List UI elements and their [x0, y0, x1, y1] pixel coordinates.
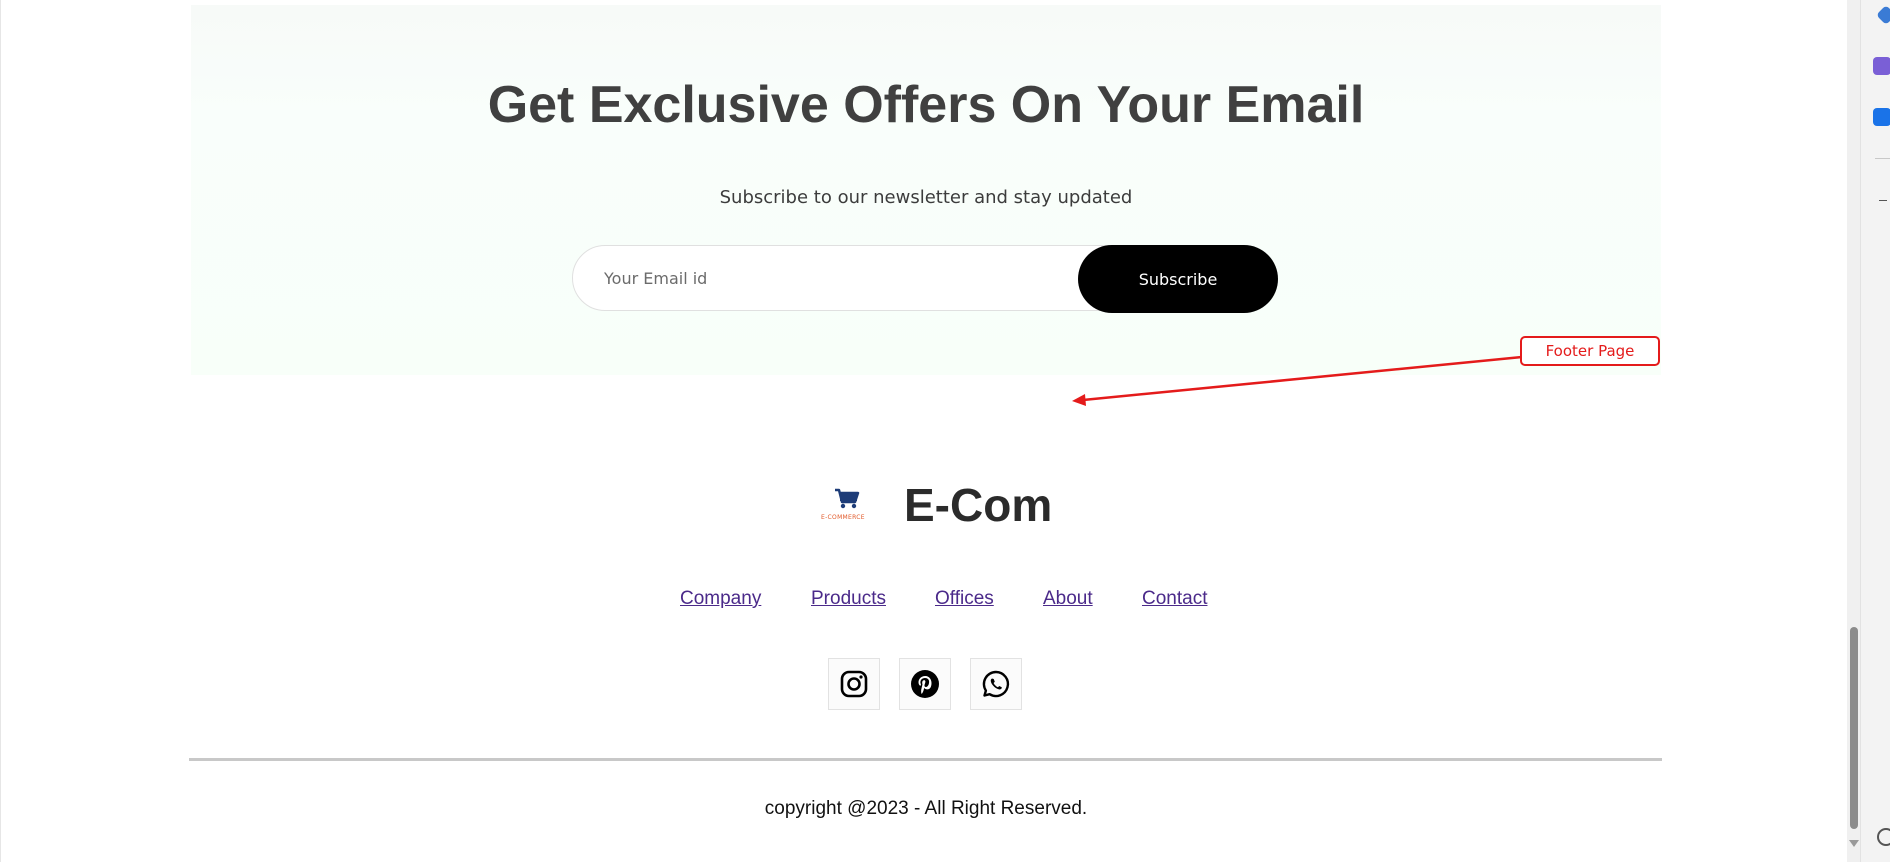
newsletter-form: Subscribe	[572, 245, 1278, 313]
brand-name: E-Com	[904, 479, 1053, 531]
logo-caption: E-COMMERCE	[821, 514, 865, 521]
nav-link-offices[interactable]: Offices	[935, 588, 994, 610]
pinterest-link[interactable]	[899, 658, 951, 710]
whatsapp-link[interactable]	[970, 658, 1022, 710]
nav-link-products[interactable]: Products	[811, 588, 886, 610]
outlook-icon[interactable]	[1873, 108, 1890, 126]
nav-link-about[interactable]: About	[1043, 588, 1093, 610]
whatsapp-icon	[982, 670, 1010, 698]
browser-side-panel	[1860, 0, 1890, 862]
footer-nav: Company Products Offices About Contact	[1, 588, 1861, 612]
page-viewport: Get Exclusive Offers On Your Email Subsc…	[0, 0, 1861, 862]
annotation-label: Footer Page	[1520, 336, 1660, 366]
scrollbar-thumb[interactable]	[1850, 627, 1858, 829]
logo: E-COMMERCE	[811, 484, 881, 530]
copilot-icon[interactable]	[1876, 5, 1890, 25]
newsletter-section: Get Exclusive Offers On Your Email Subsc…	[191, 5, 1661, 375]
nav-link-company[interactable]: Company	[680, 588, 761, 610]
nav-link-contact[interactable]: Contact	[1142, 588, 1207, 610]
side-panel-divider	[1875, 158, 1890, 159]
cart-icon	[835, 488, 860, 509]
scroll-down-icon[interactable]	[1849, 840, 1859, 847]
footer-divider	[189, 758, 1662, 761]
extension-icon[interactable]	[1873, 57, 1890, 75]
newsletter-subtitle: Subscribe to our newsletter and stay upd…	[719, 187, 1133, 208]
pinterest-icon	[911, 670, 939, 698]
copyright-text: copyright @2023 - All Right Reserved.	[764, 798, 1088, 819]
minimize-icon[interactable]	[1879, 200, 1887, 201]
scrollbar[interactable]	[1847, 0, 1861, 862]
subscribe-button[interactable]: Subscribe	[1078, 245, 1278, 313]
footer-brand[interactable]: E-COMMERCE E-Com	[811, 470, 1071, 540]
newsletter-title: Get Exclusive Offers On Your Email	[487, 76, 1365, 134]
instagram-link[interactable]	[828, 658, 880, 710]
instagram-icon	[840, 670, 868, 698]
settings-gear-icon[interactable]	[1877, 828, 1890, 846]
